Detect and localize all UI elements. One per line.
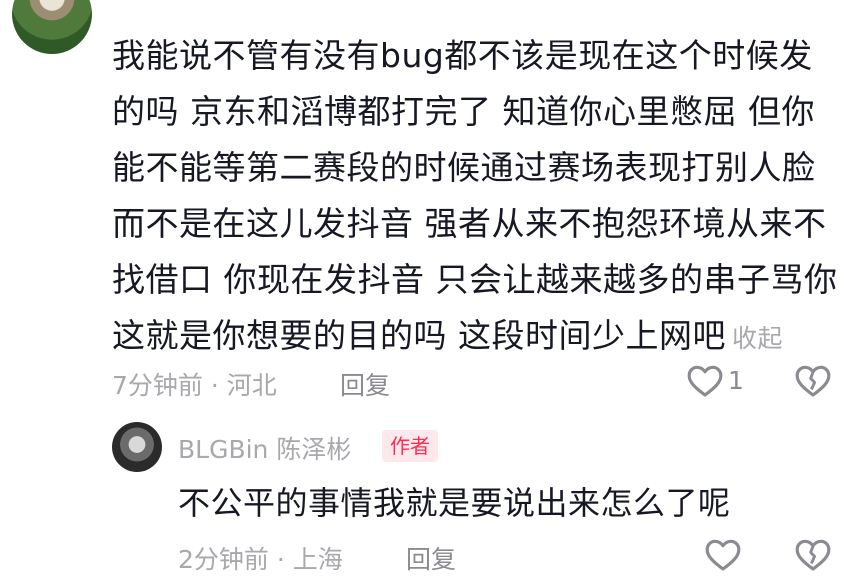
reply-button[interactable]: 回复 (340, 366, 390, 402)
author-badge: 作者 (382, 430, 438, 462)
comment-line: 我能说不管有没有bug都不该是现在这个时候发 (112, 36, 813, 75)
broken-heart-icon (794, 362, 832, 398)
commenter-avatar[interactable] (12, 0, 92, 54)
broken-heart-icon (794, 536, 832, 572)
reply-avatar[interactable] (112, 422, 162, 472)
collapse-button[interactable]: 收起 (732, 324, 783, 353)
dislike-button[interactable] (794, 362, 832, 398)
comment-time-location: 7分钟前 · 河北 (112, 371, 277, 400)
comment-line-last: 这就是你想要的目的吗 这段时间少上网吧 收起 (112, 308, 832, 367)
comment-text: 我能说不管有没有bug都不该是现在这个时候发 的吗 京东和滔博都打完了 知道你心… (112, 28, 838, 367)
comment-line: 能不能等第二赛段的时候通过赛场表现打别人脸 (112, 148, 816, 187)
heart-outline-icon (704, 536, 742, 572)
like-count: 1 (728, 366, 744, 395)
comment-line: 而不是在这儿发抖音 强者从来不抱怨环境从来不 (112, 204, 827, 243)
reply-like-button[interactable] (704, 536, 742, 572)
comment-line: 的吗 京东和滔博都打完了 知道你心里憋屈 但你 (112, 92, 815, 131)
reply-time-location: 2分钟前 · 上海 (178, 545, 343, 574)
comment-line: 找借口 你现在发抖音 只会让越来越多的串子骂你 (112, 260, 838, 299)
heart-outline-icon (686, 362, 724, 398)
reply-username[interactable]: BLGBin 陈泽彬 (178, 430, 351, 466)
reply-dislike-button[interactable] (794, 536, 832, 572)
reply-reply-button[interactable]: 回复 (406, 540, 456, 576)
like-button[interactable] (686, 362, 724, 398)
reply-text: 不公平的事情我就是要说出来怎么了呢 (178, 484, 731, 522)
comment-line: 这就是你想要的目的吗 这段时间少上网吧 (112, 316, 726, 355)
